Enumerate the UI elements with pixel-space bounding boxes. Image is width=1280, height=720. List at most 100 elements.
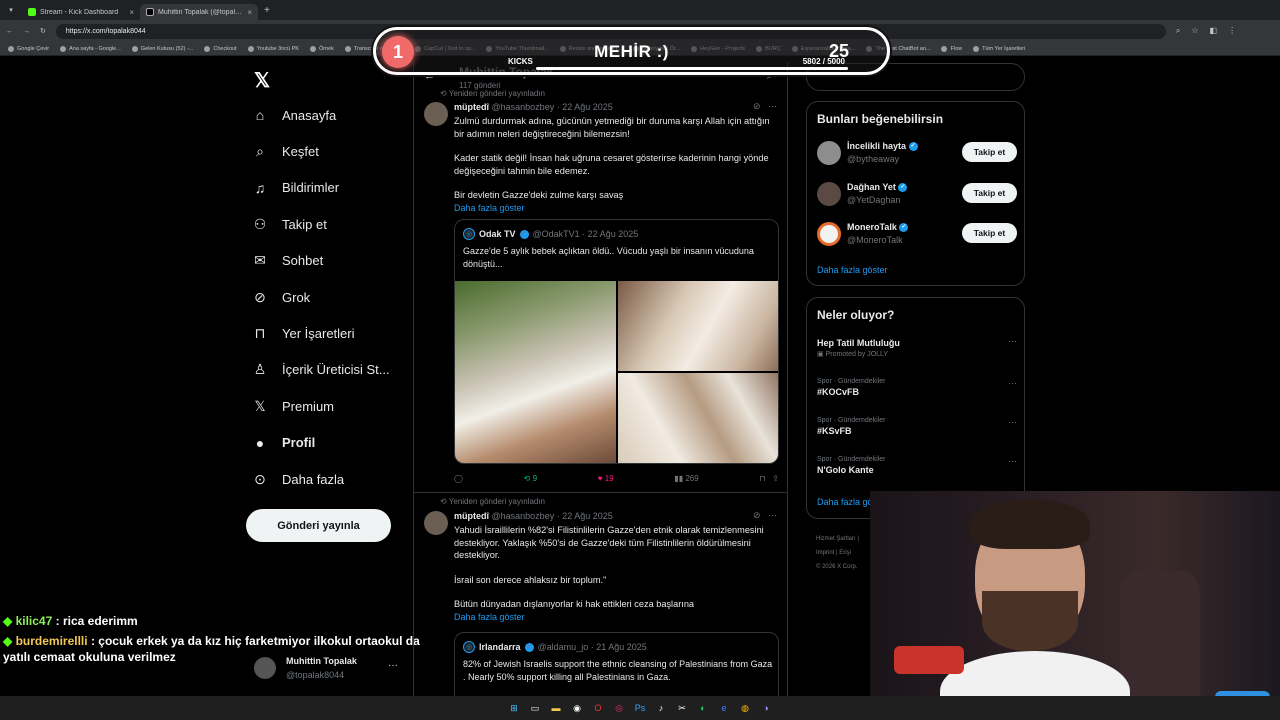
nav-item[interactable]: ⊘ Grok — [252, 279, 412, 315]
avatar[interactable] — [424, 511, 448, 535]
quote-tweet[interactable]: ◎ Irlandarra ✓ @aldamu_jo · 21 Ağu 2025 … — [454, 632, 779, 702]
bookmark-item[interactable]: Flow — [941, 45, 962, 52]
suggestion-item[interactable]: İncelikli hayta ✓ @bytheaway Takip et — [817, 139, 1017, 169]
grok-icon[interactable]: ⊘ — [753, 510, 761, 520]
app-icon[interactable]: ◑ — [759, 701, 773, 715]
repost-button[interactable]: ⟲ 9 — [524, 474, 537, 483]
forward-icon[interactable]: → — [23, 28, 30, 35]
show-more-link[interactable]: Daha fazla göster — [817, 265, 888, 275]
close-icon[interactable]: × — [247, 8, 252, 17]
more-icon[interactable]: ··· — [1008, 456, 1017, 466]
kicks-goal-overlay: 1 MEHİR :) 25 KICKS 5802 / 5000 — [373, 27, 890, 75]
bookmark-item[interactable]: Google Çevir — [8, 45, 49, 52]
trend-item[interactable]: Spor · Gündemdekiler N'Golo Kante ··· — [817, 456, 1017, 475]
tweet-author[interactable]: müptedî @hasanbozbey · 22 Ağu 2025 — [454, 102, 613, 112]
bookmark-item[interactable]: Ana sayfa - Google... — [60, 45, 121, 52]
tab-kick-dashboard[interactable]: Stream - Kick Dashboard × — [22, 4, 140, 20]
windows-start-icon[interactable]: ⊞ — [507, 701, 521, 715]
footer-link[interactable]: Hizmet Şartları — [816, 536, 856, 542]
nav-item[interactable]: ✉ Sohbet — [252, 243, 412, 279]
like-button[interactable]: ♥ 19 — [598, 474, 614, 483]
nav-item[interactable]: ♫ Bildirimler — [252, 170, 412, 206]
suggestion-item[interactable]: Dağhan Yet ✓ @YetDaghan Takip et — [817, 180, 1017, 210]
reload-icon[interactable]: ↻ — [40, 27, 46, 35]
more-icon[interactable]: ··· — [1008, 417, 1017, 427]
nav-label: Profil — [282, 435, 316, 451]
bookmark-icon[interactable]: ⊓ — [759, 474, 765, 483]
follow-button[interactable]: Takip et — [962, 142, 1017, 162]
footer-link[interactable]: Imprint — [816, 550, 834, 556]
whatsapp-icon[interactable]: ◐ — [696, 701, 710, 715]
nav-item[interactable]: ⌂ Anasayfa — [252, 97, 412, 133]
media-image[interactable] — [618, 373, 778, 463]
obs-icon[interactable]: ◉ — [570, 701, 584, 715]
media-image[interactable] — [455, 281, 616, 463]
task-view-icon[interactable]: ▭ — [528, 701, 542, 715]
opera-icon[interactable]: O — [591, 701, 605, 715]
star-icon[interactable]: ☆ — [1191, 26, 1198, 36]
capcut-icon[interactable]: ✂ — [675, 701, 689, 715]
x-logo-icon[interactable]: 𝕏 — [254, 68, 270, 93]
bookmark-item[interactable]: Tüm Yer İşaretleri — [973, 45, 1025, 52]
chrome-icon[interactable]: ◍ — [738, 701, 752, 715]
new-tab-icon[interactable]: + — [258, 5, 276, 16]
footer-link[interactable]: Erişi — [839, 550, 851, 556]
tab-title: Muhittin Topalak (@topalak804... — [158, 8, 243, 16]
tweet-author[interactable]: müptedî @hasanbozbey · 22 Ağu 2025 — [454, 511, 613, 521]
menu-icon[interactable]: ⋮ — [1228, 26, 1236, 36]
more-icon[interactable]: ··· — [768, 101, 777, 111]
more-icon[interactable]: ··· — [768, 510, 777, 520]
tiktok-icon[interactable]: ♪ — [654, 701, 668, 715]
media-image[interactable] — [618, 281, 778, 371]
quote-tweet[interactable]: ◎ Odak TV ✓ @OdakTV1 · 22 Ağu 2025 Gazze… — [454, 219, 779, 464]
file-explorer-icon[interactable]: ▬ — [549, 701, 563, 715]
trend-category: Spor · Gündemdekiler — [817, 456, 886, 463]
diamond-icon: ◆ — [3, 634, 13, 648]
show-more-link[interactable]: Daha fazla gö — [817, 497, 873, 507]
trend-item[interactable]: Hep Tatil Mutluluğu ▣ Promoted by JOLLY … — [817, 336, 1017, 358]
zoom-icon[interactable]: ⌕ — [1176, 26, 1180, 36]
nav-item[interactable]: ⌕ Keşfet — [252, 133, 412, 169]
nav-item[interactable]: ● Profil — [252, 425, 412, 461]
section-title: Neler oluyor? — [817, 308, 895, 322]
show-more-link[interactable]: Daha fazla göster — [454, 611, 776, 624]
bookmark-item[interactable]: Örnek — [309, 45, 334, 52]
trend-item[interactable]: Spor · Gündemdekiler #KSvFB ··· — [817, 417, 1017, 436]
post-button[interactable]: Gönderi yayınla — [246, 509, 391, 542]
trend-item[interactable]: Spor · Gündemdekiler #KOCvFB ··· — [817, 378, 1017, 397]
trend-category: Spor · Gündemdekiler — [817, 378, 886, 385]
views-button[interactable]: ▮▮ 269 — [674, 474, 698, 483]
suggestion-item[interactable]: MoneroTalk ✓ @MoneroTalk Takip et — [817, 220, 1017, 250]
more-icon[interactable]: ··· — [1008, 336, 1017, 346]
back-icon[interactable]: ← — [6, 28, 13, 35]
nav-item[interactable]: ⊓ Yer İşaretleri — [252, 315, 412, 351]
follow-button[interactable]: Takip et — [962, 223, 1017, 243]
bookmark-item[interactable]: Gelen Kutusu (52) -... — [131, 45, 193, 52]
bookmark-favicon-icon — [8, 45, 14, 52]
follow-button[interactable]: Takip et — [962, 183, 1017, 203]
show-more-link[interactable]: Daha fazla göster — [454, 202, 776, 215]
close-icon[interactable]: × — [129, 8, 134, 17]
edge-icon[interactable]: e — [717, 701, 731, 715]
nav-item[interactable]: 𝕏 Premium — [252, 388, 412, 424]
tab-search-icon[interactable]: ▾ — [0, 6, 22, 14]
tweet[interactable]: ⟲ Yeniden gönderi yayınladın müptedî @ha… — [414, 493, 787, 702]
photoshop-icon[interactable]: Ps — [633, 701, 647, 715]
author-handle: @hasanbozbey · 22 Ağu 2025 — [491, 102, 613, 112]
tab-x-profile[interactable]: Muhittin Topalak (@topalak804... × — [140, 4, 258, 20]
grok-icon[interactable]: ⊘ — [753, 101, 761, 111]
extensions-icon[interactable]: ◧ — [1210, 26, 1218, 36]
nav-item[interactable]: ⊙ Daha fazla — [252, 461, 412, 497]
bookmark-item[interactable]: Checkout — [204, 45, 237, 52]
nav-item[interactable]: ⚇ Takip et — [252, 206, 412, 242]
nav-item[interactable]: ♙ İçerik Üreticisi St... — [252, 352, 412, 388]
reply-icon[interactable]: ◯ — [454, 474, 463, 483]
bookmark-item[interactable]: Youtube 3ncü PK — [247, 45, 299, 52]
tweet[interactable]: ⟲ Yeniden gönderi yayınladın müptedî @ha… — [414, 86, 787, 493]
bookmark-favicon-icon — [247, 45, 254, 52]
instagram-icon[interactable]: ◎ — [612, 701, 626, 715]
share-icon[interactable]: ⇪ — [772, 474, 779, 483]
tab-title: Stream - Kick Dashboard — [40, 8, 119, 16]
more-icon[interactable]: ··· — [1008, 378, 1017, 388]
avatar[interactable] — [424, 102, 448, 126]
